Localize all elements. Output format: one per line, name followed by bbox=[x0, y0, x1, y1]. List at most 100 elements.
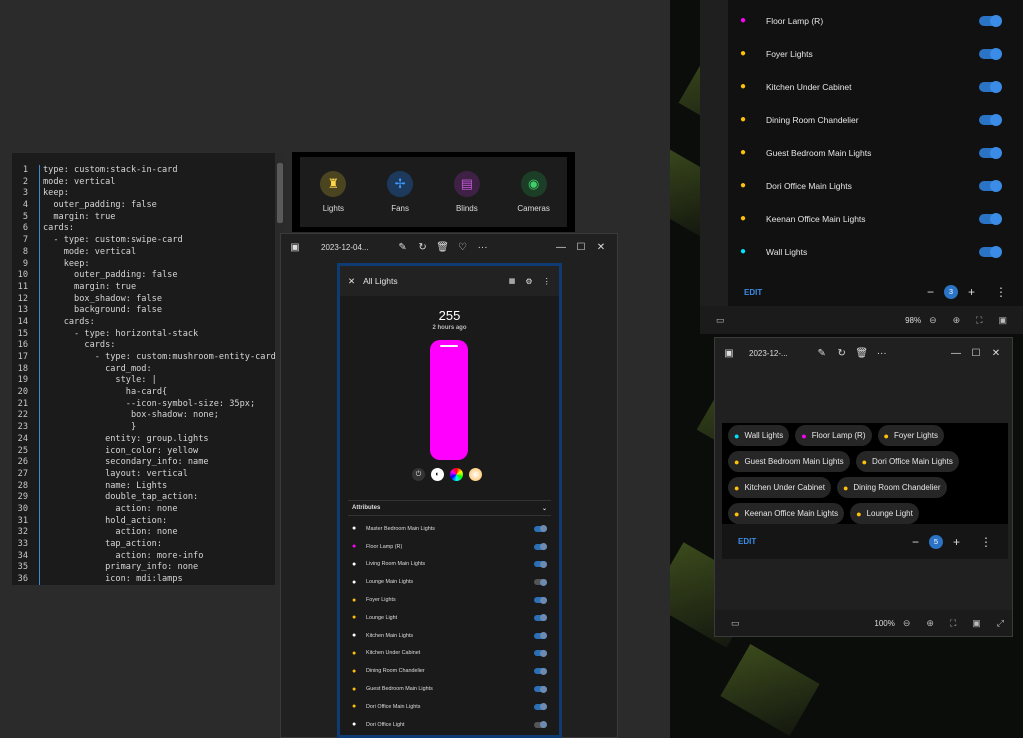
toggle-switch[interactable] bbox=[534, 649, 547, 657]
code-line[interactable]: secondary_info: name bbox=[43, 457, 275, 469]
list-item[interactable]: ● Kitchen Main Lights bbox=[352, 627, 547, 645]
list-item[interactable]: ● Kitchen Under Cabinet bbox=[352, 645, 547, 663]
code-line[interactable]: cards: bbox=[43, 317, 275, 329]
list-item[interactable]: ● Lounge Light bbox=[352, 609, 547, 627]
code-line[interactable]: hold_action: bbox=[43, 516, 275, 528]
code-line[interactable]: mode: vertical bbox=[43, 247, 275, 259]
code-line[interactable]: type: custom:stack-in-card bbox=[43, 165, 275, 177]
toggle-switch[interactable] bbox=[534, 703, 547, 711]
list-item[interactable]: ● Lounge Main Lights bbox=[352, 573, 547, 591]
list-item[interactable]: ● Foyer Lights bbox=[352, 591, 547, 609]
code-line[interactable]: margin: true bbox=[43, 212, 275, 224]
toggle-switch[interactable] bbox=[534, 685, 547, 693]
toggle-switch[interactable] bbox=[979, 245, 1002, 258]
code-line[interactable]: background: false bbox=[43, 305, 275, 317]
list-item[interactable]: ● Floor Lamp (R) bbox=[352, 538, 547, 556]
toggle-switch[interactable] bbox=[534, 721, 547, 729]
chip[interactable]: ● Wall Lights bbox=[728, 425, 790, 446]
filmstrip-icon[interactable]: ▭ bbox=[716, 315, 725, 326]
edit-button[interactable]: EDIT bbox=[738, 537, 902, 546]
toggle-switch[interactable] bbox=[979, 47, 1002, 60]
attributes-expander[interactable]: Attributes ⌄ bbox=[348, 500, 551, 516]
toggle-switch[interactable] bbox=[979, 146, 1002, 159]
code-line[interactable]: ha-card{ bbox=[43, 387, 275, 399]
minus-button[interactable]: − bbox=[927, 285, 934, 299]
chip[interactable]: ● Dining Room Chandelier bbox=[836, 477, 947, 498]
gear-icon[interactable]: ⚙ bbox=[525, 277, 532, 286]
more-icon[interactable]: ⋮ bbox=[543, 276, 552, 287]
toggle-switch[interactable] bbox=[534, 543, 547, 551]
slider-handle[interactable] bbox=[440, 345, 458, 347]
code-line[interactable]: margin: true bbox=[43, 282, 275, 294]
edit-icon[interactable]: ✎ bbox=[812, 348, 832, 359]
brightness-slider[interactable] bbox=[430, 340, 468, 460]
fit-icon[interactable]: ⛶ bbox=[950, 618, 956, 629]
code-line[interactable]: cards: bbox=[43, 340, 275, 352]
list-item[interactable]: ● Keenan Office Main Lights bbox=[728, 202, 1023, 235]
more-icon[interactable]: ··· bbox=[473, 242, 493, 253]
filmstrip-icon[interactable]: ▭ bbox=[731, 618, 740, 629]
chip[interactable]: ● Lounge Light bbox=[850, 503, 919, 524]
chip[interactable]: ● Dori Office Main Lights bbox=[855, 451, 959, 472]
zoom-out-icon[interactable]: ⊖ bbox=[929, 315, 937, 326]
list-item[interactable]: ● Dori Office Main Lights bbox=[728, 169, 1023, 202]
code-line[interactable]: double_tap_action: bbox=[43, 492, 275, 504]
toggle-switch[interactable] bbox=[534, 560, 547, 568]
minimize-icon[interactable]: — bbox=[551, 242, 571, 253]
plus-button[interactable]: + bbox=[968, 285, 975, 299]
toggle-switch[interactable] bbox=[534, 578, 547, 586]
more-icon[interactable]: ··· bbox=[872, 348, 892, 359]
code-line[interactable]: primary_info: none bbox=[43, 562, 275, 574]
toggle-switch[interactable] bbox=[979, 80, 1002, 93]
delete-icon[interactable]: 🗑 bbox=[433, 242, 453, 253]
scrollbar-thumb[interactable] bbox=[277, 163, 283, 223]
minus-button[interactable]: − bbox=[912, 535, 919, 549]
close-icon[interactable]: ✕ bbox=[348, 276, 355, 287]
list-item[interactable]: ● Guest Bedroom Main Lights bbox=[728, 136, 1023, 169]
code-line[interactable]: box_shadow: false bbox=[43, 294, 275, 306]
power-icon[interactable]: ⏻ bbox=[412, 468, 425, 481]
list-item[interactable]: ● Dori Office Light bbox=[352, 716, 547, 734]
chart-icon[interactable]: ▦ bbox=[509, 277, 516, 285]
edit-icon[interactable]: ✎ bbox=[393, 242, 413, 253]
chip[interactable]: ● Guest Bedroom Main Lights bbox=[728, 451, 850, 472]
code-line[interactable]: box-shadow: none; bbox=[43, 410, 275, 422]
chip[interactable]: ● Foyer Lights bbox=[877, 425, 944, 446]
gallery-icon[interactable]: ▣ bbox=[719, 348, 739, 359]
toggle-switch[interactable] bbox=[534, 596, 547, 604]
list-item[interactable]: ● Kitchen Under Cabinet bbox=[728, 70, 1023, 103]
code-line[interactable]: card_mod: bbox=[43, 364, 275, 376]
code-line[interactable]: action: more-info bbox=[43, 551, 275, 563]
code-line[interactable]: keep: bbox=[43, 259, 275, 271]
yaml-editor[interactable]: 1 2 3 4 5 6 7 8 9 10 11 12 13 14 15 16 17 18 19 20 21 22 23 24 2… bbox=[12, 153, 285, 585]
toggle-switch[interactable] bbox=[979, 212, 1002, 225]
code-line[interactable]: keep: bbox=[43, 188, 275, 200]
toggle-switch[interactable] bbox=[979, 113, 1002, 126]
toggle-switch[interactable] bbox=[979, 179, 1002, 192]
more-icon[interactable]: ⋮ bbox=[980, 535, 992, 549]
code-line[interactable]: - type: custom:swipe-card bbox=[43, 235, 275, 247]
code-line[interactable]: style: | bbox=[43, 375, 275, 387]
code-line[interactable]: layout: vertical bbox=[43, 469, 275, 481]
code-line[interactable]: action: none bbox=[43, 527, 275, 539]
shortcut-cameras[interactable]: ◉ Cameras bbox=[504, 171, 564, 213]
color-wheel-icon[interactable] bbox=[450, 468, 463, 481]
fit-icon[interactable]: ⛶ bbox=[976, 315, 982, 326]
actual-size-icon[interactable]: ▣ bbox=[972, 618, 981, 629]
delete-icon[interactable]: 🗑 bbox=[852, 348, 872, 359]
code-line[interactable]: tap_action: bbox=[43, 539, 275, 551]
edit-button[interactable]: EDIT bbox=[744, 288, 917, 297]
close-icon[interactable]: ✕ bbox=[986, 348, 1006, 359]
chip[interactable]: ● Floor Lamp (R) bbox=[795, 425, 872, 446]
favorite-icon[interactable]: ♡ bbox=[453, 242, 473, 253]
code-line[interactable]: action: none bbox=[43, 504, 275, 516]
list-item[interactable]: ● Dori Office Main Lights bbox=[352, 698, 547, 716]
brightness-icon[interactable]: ◐ bbox=[431, 468, 444, 481]
shortcut-blinds[interactable]: ▤ Blinds bbox=[437, 171, 497, 213]
code-line[interactable]: outer_padding: false bbox=[43, 270, 275, 282]
list-item[interactable]: ● Floor Lamp (R) bbox=[728, 4, 1023, 37]
zoom-out-icon[interactable]: ⊖ bbox=[903, 618, 911, 629]
zoom-in-icon[interactable]: ⊕ bbox=[926, 618, 934, 629]
code-line[interactable]: name: Lights bbox=[43, 481, 275, 493]
maximize-icon[interactable]: ☐ bbox=[966, 348, 986, 359]
